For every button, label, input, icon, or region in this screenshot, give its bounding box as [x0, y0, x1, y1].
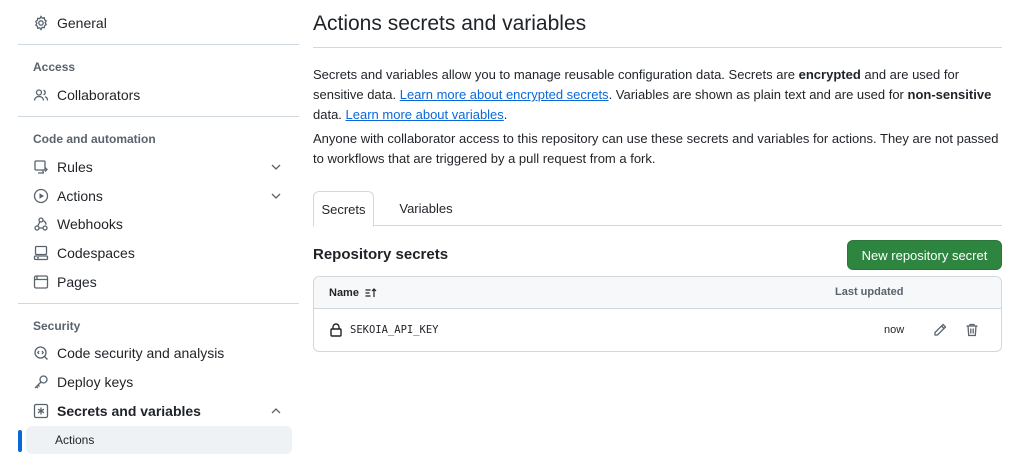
learn-more-variables-link[interactable]: Learn more about variables: [346, 107, 504, 122]
sidebar-item-label: General: [57, 15, 107, 31]
browser-icon: [33, 274, 49, 290]
learn-more-secrets-link[interactable]: Learn more about encrypted secrets: [400, 87, 609, 102]
sidebar-item-webhooks[interactable]: Webhooks: [26, 210, 292, 238]
sidebar-item-label: Deploy keys: [57, 374, 134, 390]
last-updated: now: [884, 324, 905, 336]
rules-icon: [33, 159, 49, 175]
sidebar-item-label: Rules: [57, 159, 93, 175]
pencil-icon[interactable]: [932, 322, 948, 338]
sidebar-item-label: Pages: [57, 274, 97, 290]
sidebar-item-secrets-variables[interactable]: Secrets and variables: [26, 397, 292, 425]
play-circle-icon: [33, 188, 49, 204]
lock-icon: [329, 322, 343, 338]
people-icon: [33, 87, 49, 103]
chevron-down-icon[interactable]: [268, 159, 284, 175]
sort-icon[interactable]: [364, 286, 378, 300]
tab-secrets[interactable]: Secrets: [313, 191, 374, 227]
chevron-down-icon[interactable]: [268, 188, 284, 204]
sidebar-divider: [18, 44, 299, 45]
gear-icon: [33, 15, 49, 31]
sidebar-divider: [18, 303, 299, 304]
description-text: Secrets and variables allow you to manag…: [313, 67, 799, 82]
key-icon: [33, 374, 49, 390]
secrets-table: Name Last updated SEKOIA_API_KEY now: [313, 276, 1002, 352]
description-text: data.: [313, 107, 346, 122]
sidebar-item-collaborators[interactable]: Collaborators: [26, 81, 292, 109]
sidebar-item-label: Codespaces: [57, 245, 135, 261]
emphasis-text: non-sensitive: [907, 87, 992, 102]
sidebar-item-label: Actions: [57, 188, 103, 204]
secrets-variables-tabs: Secrets Variables: [313, 191, 1002, 227]
sidebar-item-deploy-keys[interactable]: Deploy keys: [26, 368, 292, 396]
column-updated-header: Last updated: [835, 286, 904, 298]
section-title: Repository secrets: [313, 246, 449, 263]
column-name-header[interactable]: Name: [329, 286, 378, 300]
sidebar-item-codespaces[interactable]: Codespaces: [26, 239, 292, 267]
sidebar-item-general[interactable]: General: [26, 9, 292, 37]
sidebar-item-label: Webhooks: [57, 216, 123, 232]
webhook-icon: [33, 216, 49, 232]
table-header: Name Last updated: [314, 277, 1001, 309]
sidebar-item-rules[interactable]: Rules: [26, 153, 292, 181]
sidebar-item-code-security[interactable]: Code security and analysis: [26, 339, 292, 367]
sidebar-item-actions[interactable]: Actions: [26, 182, 292, 210]
description-paragraph: Secrets and variables allow you to manag…: [313, 65, 1002, 125]
section-heading-security: Security: [33, 319, 81, 333]
trash-icon[interactable]: [964, 322, 980, 338]
access-note: Anyone with collaborator access to this …: [313, 131, 999, 166]
page-title: Actions secrets and variables: [313, 12, 587, 35]
sidebar-item-pages[interactable]: Pages: [26, 268, 292, 296]
title-divider: [313, 47, 1002, 48]
sidebar-item-label: Collaborators: [57, 87, 141, 103]
column-label: Name: [329, 287, 359, 299]
new-repository-secret-button[interactable]: New repository secret: [847, 240, 1002, 270]
section-heading-access: Access: [33, 60, 76, 74]
emphasis-text: encrypted: [798, 67, 861, 82]
active-indicator: [18, 430, 22, 452]
sidebar-subitem-actions[interactable]: Actions: [26, 426, 292, 454]
asterisk-box-icon: [33, 403, 49, 419]
secret-name: SEKOIA_API_KEY: [350, 324, 439, 336]
main-content: Actions secrets and variables Secrets an…: [313, 0, 1002, 454]
tab-variables[interactable]: Variables: [391, 191, 461, 226]
sidebar-item-label: Secrets and variables: [57, 403, 201, 419]
sidebar-divider: [18, 116, 299, 117]
codespaces-icon: [33, 245, 49, 261]
table-row: SEKOIA_API_KEY now: [314, 310, 1001, 351]
codescan-icon: [33, 345, 49, 361]
sidebar-item-label: Actions: [55, 433, 95, 447]
sidebar-item-label: Code security and analysis: [57, 345, 225, 361]
description-text: .: [503, 107, 508, 122]
section-heading-code-automation: Code and automation: [33, 132, 156, 146]
description-text: . Variables are shown as plain text and …: [608, 87, 908, 102]
chevron-up-icon[interactable]: [268, 403, 284, 419]
settings-sidebar: General Access Collaborators Code and au…: [0, 0, 300, 454]
